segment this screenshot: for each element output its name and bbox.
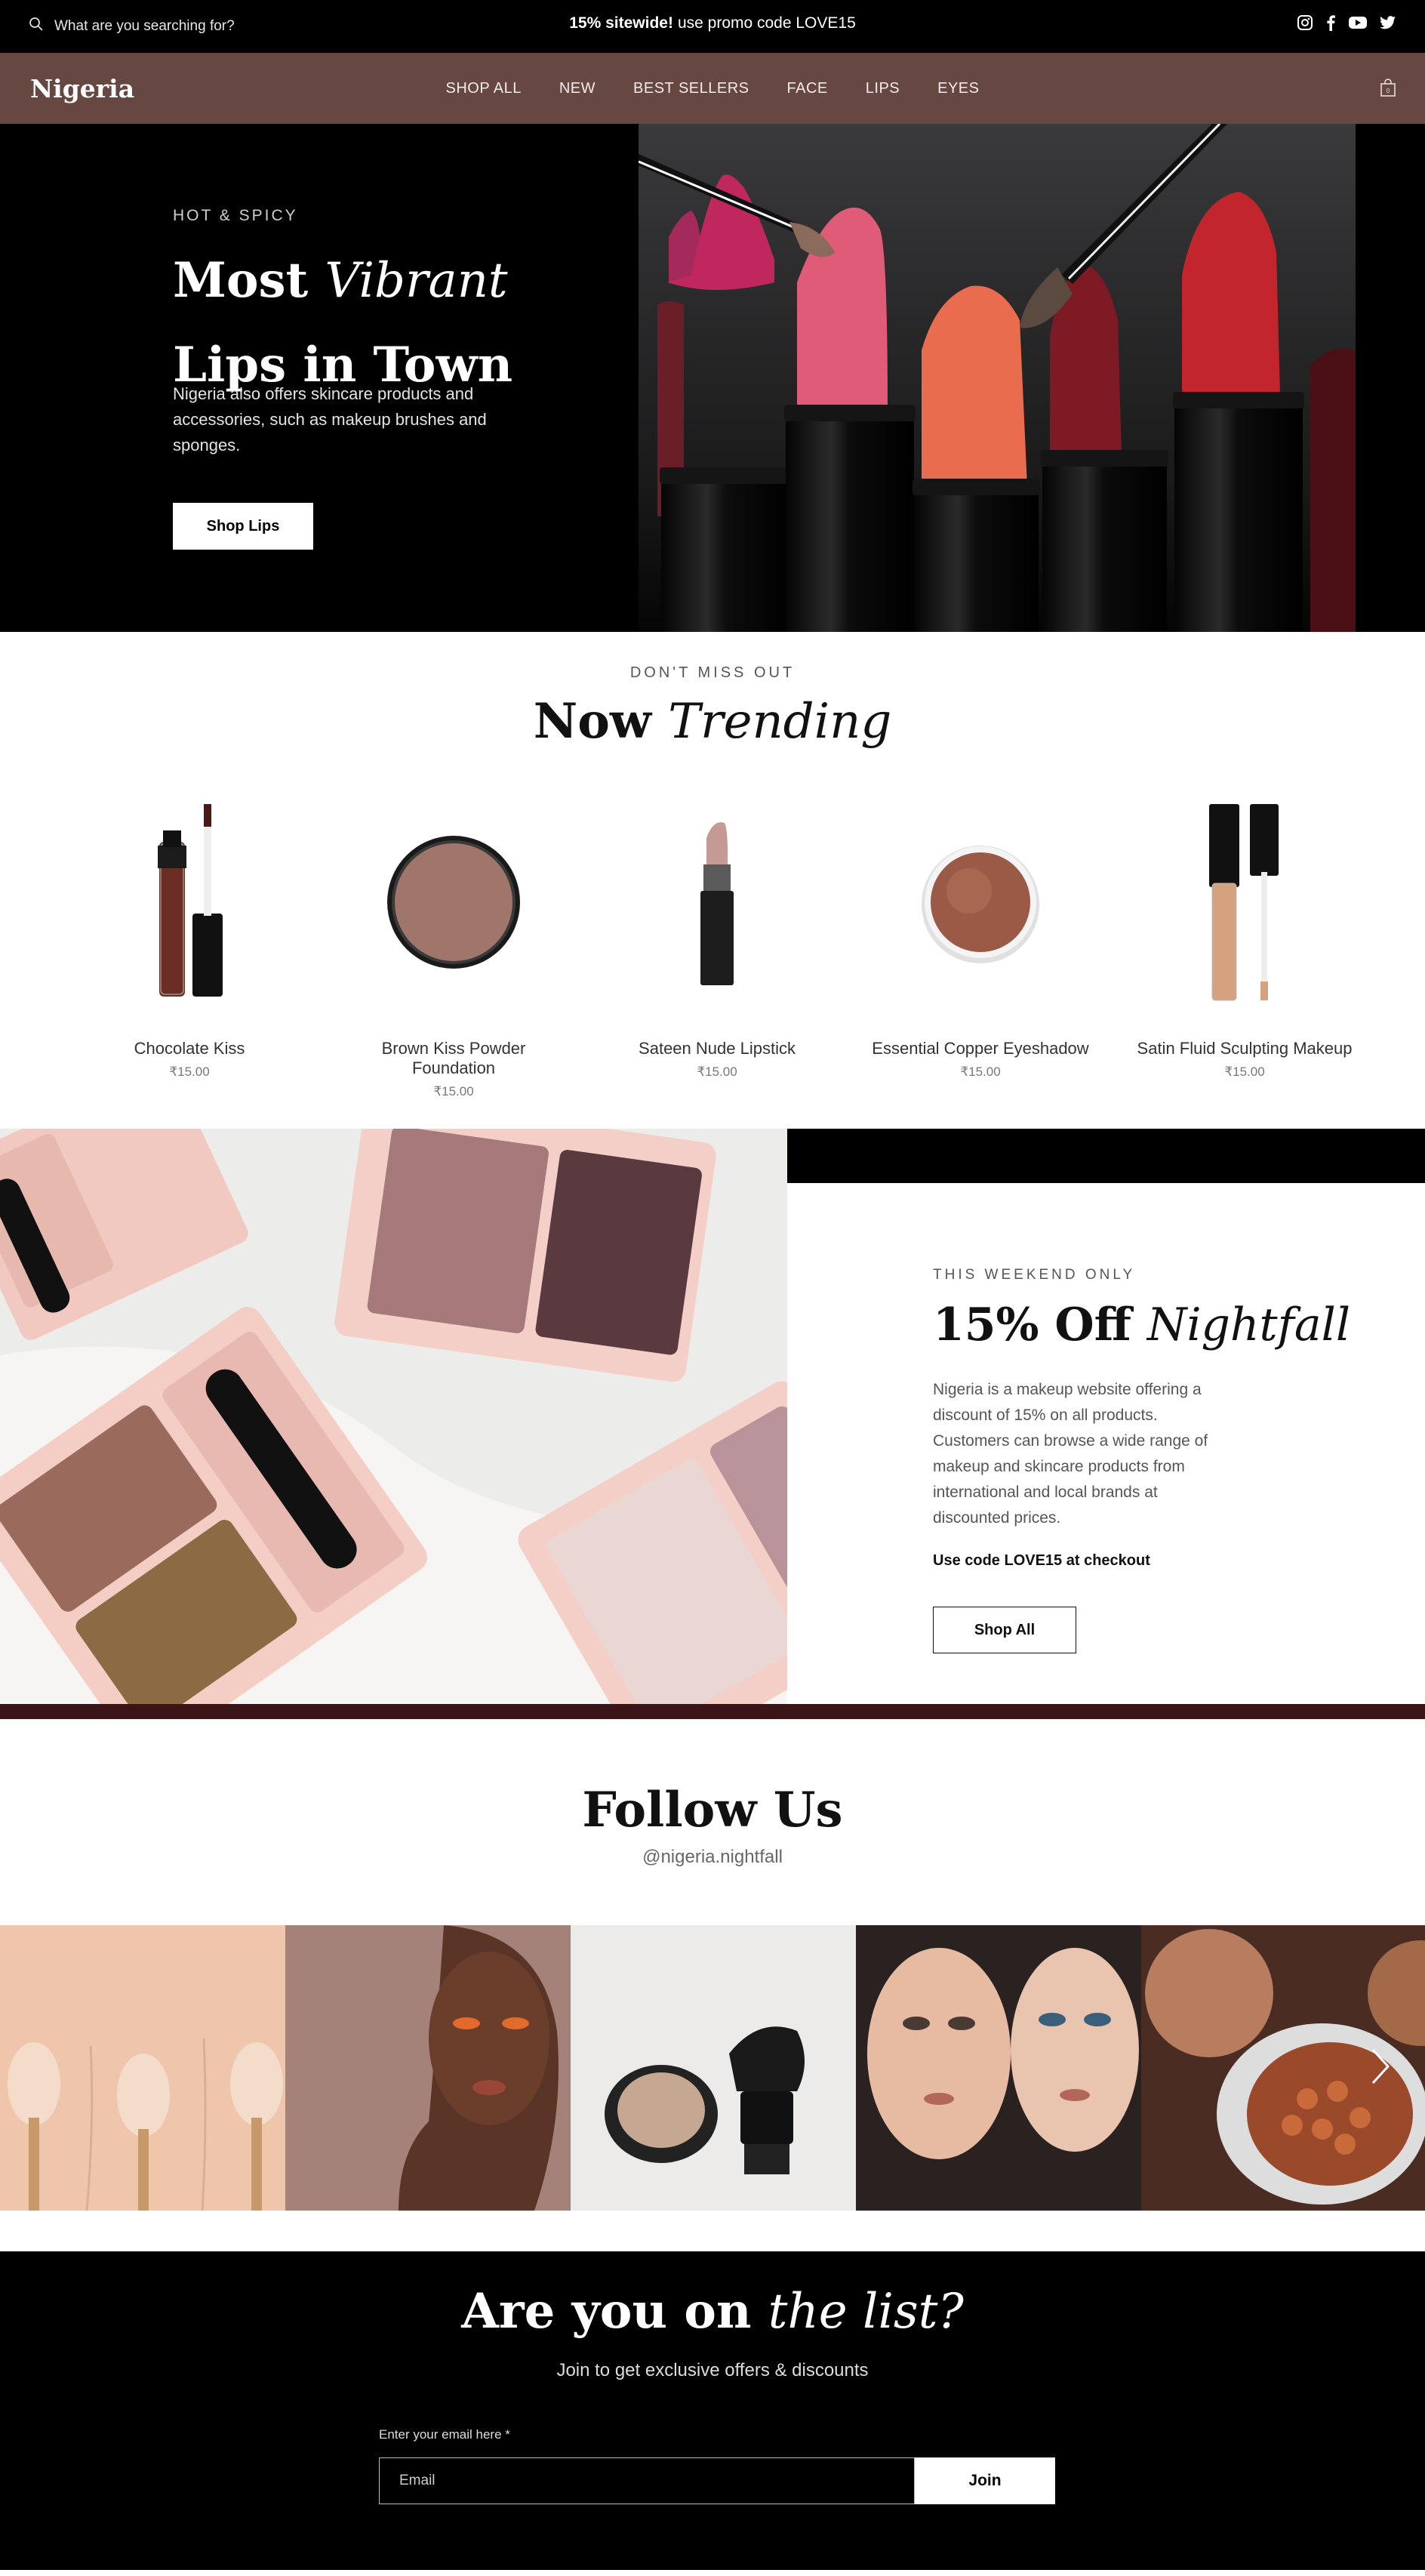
- hero-title-a: Most: [173, 252, 325, 309]
- promo-title: 15% Off Nightfall: [933, 1299, 1350, 1351]
- trending-title-b: Trending: [668, 694, 892, 750]
- nav-item-new[interactable]: NEW: [559, 80, 596, 97]
- svg-text:0: 0: [1387, 88, 1390, 94]
- main-nav: SHOP ALL NEW BEST SELLERS FACE LIPS EYES…: [0, 53, 1425, 124]
- product-image-powder-foundation[interactable]: [340, 793, 567, 1012]
- product-name[interactable]: Chocolate Kiss: [76, 1039, 303, 1058]
- instagram-handle[interactable]: @nigeria.nightfall: [0, 1847, 1425, 1868]
- gallery-image-powder-brush[interactable]: [571, 1925, 856, 2211]
- hero-title-b: Vibrant: [325, 253, 508, 309]
- nav-item-face[interactable]: FACE: [787, 80, 828, 97]
- instagram-icon[interactable]: [1297, 14, 1313, 35]
- promo-code-text: Use code LOVE15 at checkout: [933, 1552, 1150, 1569]
- promo-eyebrow: THIS WEEKEND ONLY: [933, 1267, 1136, 1283]
- product-card[interactable]: Satin Fluid Sculpting Makeup ₹15.00: [1131, 793, 1358, 1080]
- announcement-bar: 15% sitewide! use promo code LOVE15 What…: [0, 0, 1425, 53]
- product-name[interactable]: Brown Kiss Powder Foundation: [340, 1039, 567, 1078]
- product-price: ₹15.00: [433, 1084, 474, 1098]
- search-input[interactable]: What are you searching for?: [54, 18, 235, 35]
- instagram-gallery: [0, 1925, 1425, 2211]
- shop-all-button[interactable]: Shop All: [933, 1607, 1076, 1653]
- promo-title-b: Nightfall: [1146, 1299, 1351, 1351]
- nav-item-shop-all[interactable]: SHOP ALL: [446, 80, 522, 97]
- email-label: Enter your email here *: [379, 2427, 510, 2442]
- shop-lips-button[interactable]: Shop Lips: [173, 503, 313, 550]
- nav-item-eyes[interactable]: EYES: [937, 80, 979, 97]
- email-field[interactable]: Email: [379, 2457, 915, 2504]
- search-box[interactable]: What are you searching for?: [29, 0, 235, 53]
- hero-description: Nigeria also offers skincare products an…: [173, 384, 487, 454]
- product-price: ₹15.00: [960, 1065, 1001, 1079]
- nav-item-best-sellers[interactable]: BEST SELLERS: [633, 80, 749, 97]
- facebook-icon[interactable]: [1325, 14, 1336, 35]
- product-name[interactable]: Sateen Nude Lipstick: [604, 1039, 830, 1058]
- promo-divider-strip: [0, 1704, 1425, 1719]
- nav-menu: SHOP ALL NEW BEST SELLERS FACE LIPS EYES: [0, 53, 1425, 124]
- product-card[interactable]: Chocolate Kiss ₹15.00: [76, 793, 303, 1080]
- product-name[interactable]: Satin Fluid Sculpting Makeup: [1131, 1039, 1358, 1058]
- gallery-image-faces[interactable]: [856, 1925, 1141, 2211]
- product-name[interactable]: Essential Copper Eyeshadow: [867, 1039, 1094, 1058]
- newsletter-title-b: the list?: [768, 2284, 964, 2340]
- product-price: ₹15.00: [169, 1065, 210, 1079]
- chevron-right-icon[interactable]: [1369, 2048, 1392, 2089]
- trending-title-a: Now: [533, 693, 669, 750]
- site-logo[interactable]: Nigeria: [30, 53, 134, 124]
- newsletter-title: Are you on the list?: [0, 2283, 1425, 2340]
- hero-lipstick-image: [638, 122, 1356, 632]
- join-button[interactable]: Join: [915, 2457, 1055, 2504]
- product-image-fluid-makeup[interactable]: [1131, 793, 1358, 1012]
- nav-item-lips[interactable]: LIPS: [866, 80, 900, 97]
- gallery-image-brushes[interactable]: [0, 1925, 285, 2211]
- follow-title: Follow Us: [582, 1782, 843, 1838]
- gallery-image-model[interactable]: [285, 1925, 571, 2211]
- trending-eyebrow: DON'T MISS OUT: [629, 664, 796, 681]
- newsletter-subtitle: Join to get exclusive offers & discounts: [556, 2360, 869, 2380]
- promo-description: Nigeria is a makeup website offering a d…: [933, 1381, 1208, 1527]
- product-image-copper-eyeshadow[interactable]: [867, 793, 1094, 1012]
- twitter-icon[interactable]: [1380, 15, 1396, 34]
- shopping-bag-icon[interactable]: 0: [1380, 78, 1396, 101]
- product-image-nude-lipstick[interactable]: [604, 793, 830, 1012]
- hero-right-margin: [1356, 124, 1425, 632]
- product-card[interactable]: Essential Copper Eyeshadow ₹15.00: [867, 793, 1094, 1080]
- promo-top-band: [787, 1129, 1425, 1183]
- promo-title-a: 15% Off: [933, 1299, 1147, 1351]
- promo-text: use promo code LOVE15: [677, 14, 856, 32]
- product-card[interactable]: Sateen Nude Lipstick ₹15.00: [604, 793, 830, 1080]
- product-price: ₹15.00: [697, 1065, 737, 1079]
- hero-eyebrow: HOT & SPICY: [173, 207, 298, 224]
- youtube-icon[interactable]: [1348, 15, 1368, 34]
- trending-title: Now Trending: [0, 693, 1425, 750]
- search-icon[interactable]: [29, 17, 44, 36]
- product-image-lip-gloss[interactable]: [76, 793, 303, 1012]
- product-price: ₹15.00: [1224, 1065, 1265, 1079]
- promo-eyeshadow-image: [0, 1064, 918, 1764]
- product-card[interactable]: Brown Kiss Powder Foundation ₹15.00: [340, 793, 567, 1099]
- promo-bold: 15% sitewide!: [569, 14, 673, 32]
- newsletter-title-a: Are you on: [461, 2283, 768, 2340]
- social-links: [1297, 0, 1396, 48]
